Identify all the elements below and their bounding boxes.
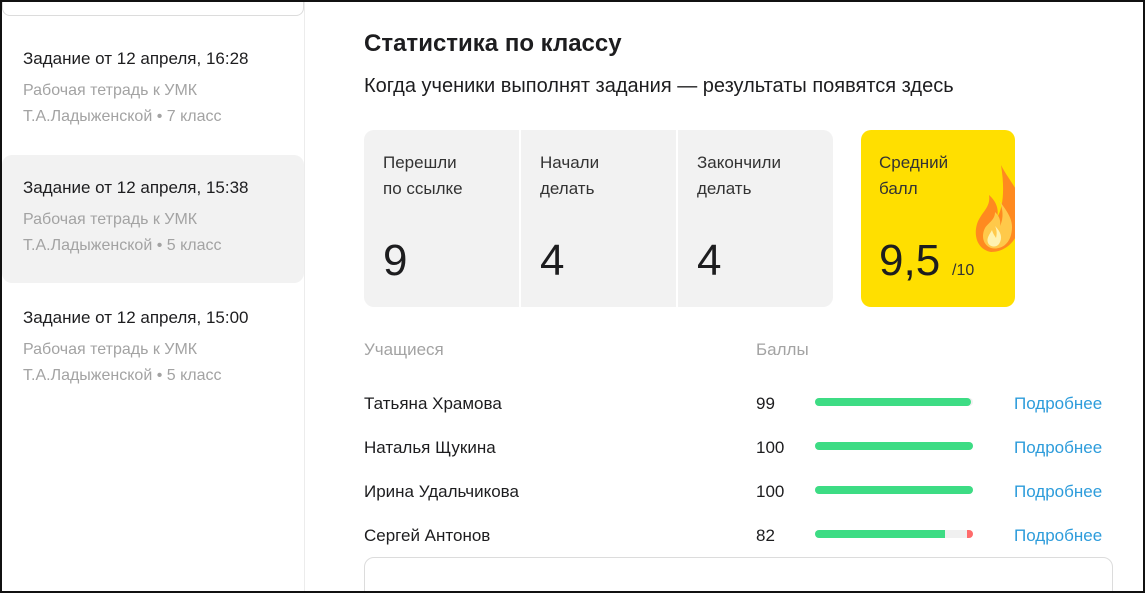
score-bar [815, 442, 973, 450]
stat-card-followed-link: Перешли по ссылке 9 [364, 130, 519, 307]
student-name: Наталья Щукина [364, 438, 496, 457]
score-bar [815, 486, 973, 494]
task-subtitle-line1: Рабочая тетрадь к УМК [23, 341, 198, 358]
student-score: 100 [756, 482, 785, 501]
stat-label-line1: Перешли [383, 153, 457, 172]
task-title: Задание от 12 апреля, 15:38 [23, 178, 249, 197]
score-bar-fill [815, 398, 972, 406]
task-subtitle-line1: Рабочая тетрадь к УМК [23, 82, 198, 99]
stat-label-line2: делать [540, 179, 595, 198]
stat-label-line2: по ссылке [383, 179, 463, 198]
stat-label-line2: делать [697, 179, 752, 198]
page-title: Статистика по классу [364, 30, 622, 57]
stat-label-line1: Начали [540, 153, 600, 172]
score-bar [815, 530, 973, 538]
student-score: 82 [756, 526, 775, 545]
average-label-line1: Средний [879, 153, 949, 172]
bottom-panel [364, 557, 1113, 593]
score-bar-remainder [967, 530, 973, 538]
stat-value: 9 [383, 236, 408, 285]
task-subtitle-line2: Т.А.Ладыженской • 5 класс [23, 367, 222, 384]
details-link[interactable]: Подробнее [1014, 482, 1102, 502]
sidebar-top-card[interactable] [2, 0, 304, 16]
fire-icon [975, 165, 1015, 252]
average-max: /10 [952, 262, 975, 279]
stat-label: Перешли по ссылке [383, 150, 463, 202]
column-header-students: Учащиеся [364, 340, 444, 359]
task-item-1[interactable]: Задание от 12 апреля, 16:28 Рабочая тетр… [2, 26, 304, 154]
average-label: Средний балл [879, 150, 948, 202]
task-sidebar: Задание от 12 апреля, 16:28 Рабочая тетр… [2, 0, 305, 593]
stat-card-finished: Закончили делать 4 [678, 130, 833, 307]
average-score-card: Средний балл 9,5 /10 [861, 130, 1015, 307]
stat-label-line1: Закончили [697, 153, 781, 172]
student-score: 99 [756, 394, 775, 413]
stat-value: 4 [697, 236, 722, 285]
score-bar-fill [815, 486, 973, 494]
page-subtitle: Когда ученики выполнят задания — результ… [364, 75, 954, 97]
stat-card-started: Начали делать 4 [521, 130, 676, 307]
student-name: Сергей Антонов [364, 526, 491, 545]
stat-label: Начали делать [540, 150, 599, 202]
task-subtitle-line2: Т.А.Ладыженской • 5 класс [23, 237, 222, 254]
average-label-line2: балл [879, 179, 918, 198]
task-subtitle-line1: Рабочая тетрадь к УМК [23, 211, 198, 228]
stat-label: Закончили делать [697, 150, 781, 202]
details-link[interactable]: Подробнее [1014, 526, 1102, 546]
average-value: 9,5 [879, 236, 941, 285]
student-name: Ирина Удальчикова [364, 482, 519, 501]
task-item-3[interactable]: Задание от 12 апреля, 15:00 Рабочая тетр… [2, 285, 304, 413]
student-score: 100 [756, 438, 785, 457]
student-name: Татьяна Храмова [364, 394, 502, 413]
details-link[interactable]: Подробнее [1014, 394, 1102, 414]
score-bar [815, 398, 973, 406]
task-title: Задание от 12 апреля, 15:00 [23, 308, 249, 327]
task-item-2[interactable]: Задание от 12 апреля, 15:38 Рабочая тетр… [2, 155, 304, 283]
score-bar-fill [815, 442, 973, 450]
task-title: Задание от 12 апреля, 16:28 [23, 49, 249, 68]
stat-value: 4 [540, 236, 565, 285]
details-link[interactable]: Подробнее [1014, 438, 1102, 458]
score-bar-fill [815, 530, 945, 538]
task-subtitle-line2: Т.А.Ладыженской • 7 класс [23, 108, 222, 125]
column-header-scores: Баллы [756, 340, 809, 359]
